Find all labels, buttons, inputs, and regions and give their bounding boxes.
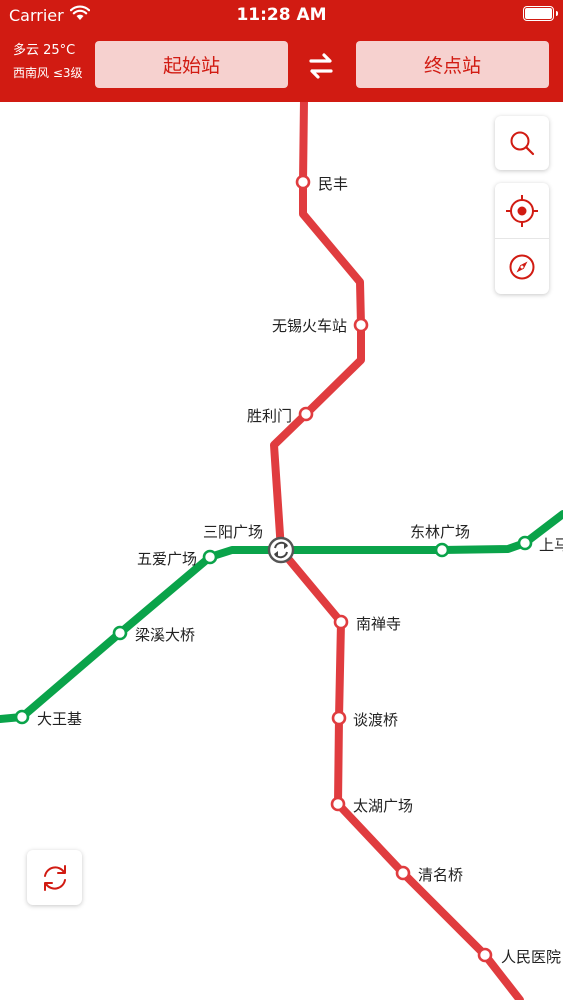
label-wuxi-railway: 无锡火车站 (272, 317, 347, 335)
station-donglin[interactable] (434, 542, 450, 558)
start-station-button[interactable]: 起始站 (95, 41, 288, 88)
label-donglin: 东林广场 (410, 523, 470, 541)
transfer-station-sanyang[interactable] (267, 536, 295, 564)
locate-button[interactable] (495, 183, 549, 238)
refresh-button[interactable] (27, 850, 82, 905)
metro-map[interactable]: 民丰 无锡火车站 胜利门 三阳广场 五爱广场 东林广场 上马 梁溪大桥 大王基 … (0, 102, 563, 1000)
station-nanchansi[interactable] (333, 614, 349, 630)
station-shangma[interactable] (517, 535, 533, 551)
search-control (495, 116, 549, 170)
station-dawangji[interactable] (14, 709, 30, 725)
compass-button[interactable] (495, 239, 549, 294)
refresh-icon (43, 864, 66, 891)
compass-icon (509, 254, 535, 279)
label-shenglimen: 胜利门 (247, 407, 292, 425)
station-liangxi[interactable] (112, 625, 128, 641)
locate-icon (506, 194, 538, 227)
label-tandu: 谈渡桥 (353, 711, 398, 729)
label-dawangji: 大王基 (37, 710, 82, 728)
header-bar: 多云 25°C 西南风 ≤3级 起始站 终点站 (0, 30, 563, 102)
status-bar: Carrier 11:28 AM (0, 0, 563, 30)
station-taihu[interactable] (330, 796, 346, 812)
refresh-control (27, 850, 82, 905)
weather-wind: 西南风 ≤3级 (13, 66, 83, 80)
weather-condition: 多云 25°C (13, 43, 76, 58)
label-renmin: 人民医院 (501, 948, 561, 966)
label-liangxi: 梁溪大桥 (135, 626, 195, 644)
station-wuxi-railway[interactable] (353, 317, 369, 333)
label-shangma: 上马 (539, 536, 563, 554)
station-shenglimen[interactable] (298, 406, 314, 422)
station-tandu[interactable] (331, 710, 347, 726)
station-renmin[interactable] (477, 947, 493, 963)
label-nanchansi: 南禅寺 (356, 615, 401, 633)
label-wuai: 五爱广场 (137, 550, 197, 568)
battery-icon (523, 6, 558, 21)
weather-info: 多云 25°C 西南风 ≤3级 (13, 44, 83, 79)
label-sanyang: 三阳广场 (203, 523, 263, 541)
search-icon (510, 131, 535, 156)
location-control-group (495, 183, 549, 294)
label-taihu: 太湖广场 (353, 797, 413, 815)
swap-stations-icon[interactable] (305, 50, 337, 82)
end-station-button[interactable]: 终点站 (356, 41, 549, 88)
station-wuai[interactable] (202, 549, 218, 565)
label-minfeng: 民丰 (318, 175, 348, 193)
search-button[interactable] (495, 116, 549, 170)
station-qingming[interactable] (395, 865, 411, 881)
label-qingming: 清名桥 (418, 866, 463, 884)
clock: 11:28 AM (236, 5, 327, 25)
station-minfeng[interactable] (295, 174, 311, 190)
